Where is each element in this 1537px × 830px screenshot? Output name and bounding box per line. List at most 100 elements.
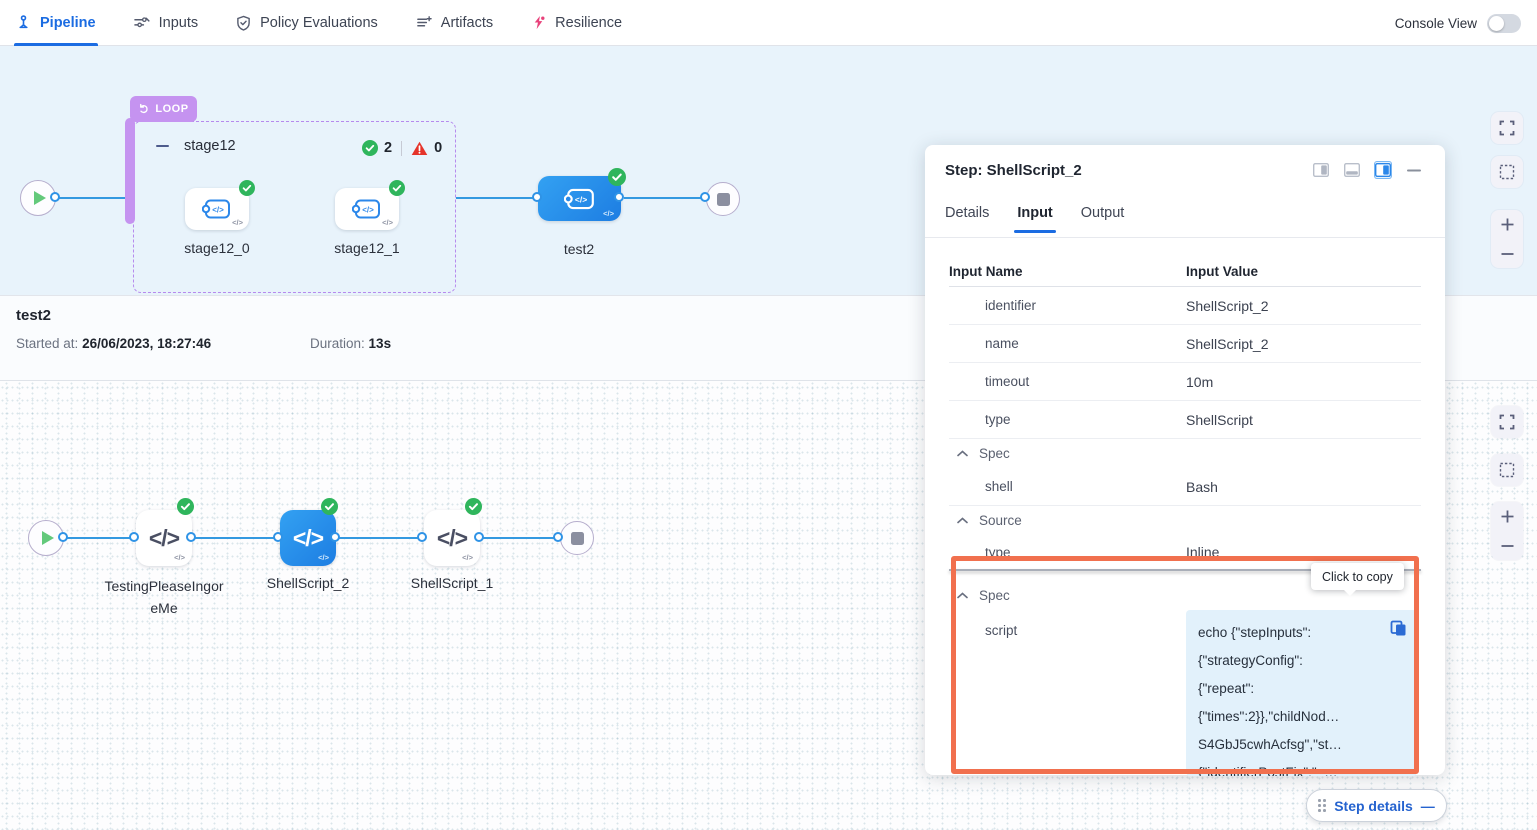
nav-tab-label: Artifacts: [441, 15, 493, 31]
tab-input[interactable]: Input: [1017, 205, 1052, 233]
zoom-in-button[interactable]: [1491, 504, 1523, 530]
nav-tab-resilience[interactable]: Resilience: [531, 0, 622, 46]
dock-right-blue-icon[interactable]: [1374, 161, 1392, 179]
step-node-testingpleaseingoreme[interactable]: </> </>: [136, 510, 192, 566]
step-details-button[interactable]: Step details —: [1306, 789, 1447, 822]
run-started: Started at: 26/06/2023, 18:27:46: [16, 336, 211, 351]
zoom-out-button[interactable]: [1491, 533, 1523, 559]
edge: [54, 197, 134, 199]
fullscreen-icon: [1499, 120, 1515, 136]
copy-icon: [1390, 620, 1407, 637]
script-row: script echo {"stepInputs": {"strategyCon…: [949, 610, 1421, 776]
input-value: Inline: [1186, 544, 1219, 560]
pipeline-end-node: [706, 182, 740, 216]
console-view-toggle[interactable]: [1487, 14, 1521, 33]
failure-count-icon: [411, 141, 428, 156]
section-spec[interactable]: Spec: [949, 439, 1421, 468]
run-duration: Duration: 13s: [310, 336, 391, 351]
success-badge-icon: [239, 180, 255, 196]
nav-tab-policy-evaluations[interactable]: Policy Evaluations: [236, 0, 378, 46]
zoom-out-button[interactable]: [1491, 241, 1523, 267]
section-title: Source: [979, 513, 1022, 528]
loop-badge[interactable]: LOOP: [130, 96, 197, 122]
started-value: 26/06/2023, 18:27:46: [82, 336, 211, 351]
collapse-stage-icon[interactable]: [156, 145, 169, 148]
success-badge-icon: [177, 498, 194, 515]
connection-point: [50, 192, 60, 202]
table-row: name ShellScript_2: [949, 325, 1421, 363]
edge: [624, 197, 707, 199]
dock-bottom-icon[interactable]: [1343, 161, 1361, 179]
step-details-label: Step details: [1334, 798, 1413, 814]
shell-script-icon: </>: [149, 525, 179, 552]
fullscreen-button[interactable]: [1491, 112, 1523, 144]
marquee-icon: [1499, 164, 1515, 180]
dock-right-gray-icon[interactable]: [1312, 161, 1330, 179]
edge: [480, 537, 560, 539]
copy-button[interactable]: [1390, 619, 1407, 647]
script-line: echo {"stepInputs":: [1198, 619, 1405, 647]
step-node-shellscript-1[interactable]: </> </>: [424, 510, 480, 566]
duration-label: Duration:: [310, 336, 365, 351]
table-row: identifier ShellScript_2: [949, 287, 1421, 325]
section-source[interactable]: Source: [949, 506, 1421, 535]
click-to-copy-tooltip: Click to copy: [1311, 563, 1404, 590]
tab-output[interactable]: Output: [1081, 205, 1125, 233]
inputs-icon: [134, 15, 150, 30]
node-label: stage12_0: [157, 240, 277, 256]
connection-point: [186, 532, 196, 542]
code-sub-icon: </>: [318, 553, 329, 562]
script-value-box[interactable]: echo {"stepInputs": {"strategyConfig": {…: [1186, 610, 1417, 776]
fullscreen-button[interactable]: [1491, 406, 1523, 438]
connection-point: [614, 192, 624, 202]
edge: [336, 537, 424, 539]
nav-tab-artifacts[interactable]: Artifacts: [416, 0, 493, 46]
zoom-in-button[interactable]: [1491, 212, 1523, 238]
collapse-dash[interactable]: —: [1421, 798, 1435, 814]
stage-header: stage12: [156, 138, 236, 154]
connection-point: [129, 532, 139, 542]
tab-details[interactable]: Details: [945, 205, 989, 233]
play-icon: [34, 191, 46, 205]
success-badge-icon: [389, 180, 405, 196]
marquee-icon: [1499, 462, 1515, 478]
input-value: 10m: [1186, 374, 1213, 390]
script-line: {"times":2}},"childNod…: [1198, 703, 1405, 731]
chevron-up-icon: [957, 517, 968, 524]
nav-tab-label: Policy Evaluations: [260, 15, 378, 31]
minimize-panel-icon[interactable]: [1405, 161, 1423, 179]
node-label: TestingPleaseIngoreMe: [104, 575, 224, 619]
play-icon: [42, 531, 54, 545]
drag-handle-icon[interactable]: [1318, 799, 1326, 812]
code-sub-icon: </>: [174, 553, 185, 562]
panel-title: Step: ShellScript_2: [945, 162, 1082, 179]
success-badge-icon: [608, 168, 626, 186]
nav-tab-inputs[interactable]: Inputs: [134, 0, 199, 46]
shell-script-icon: </>: [437, 525, 467, 552]
resilience-icon: [531, 15, 546, 30]
execution-end-node: [560, 521, 594, 555]
loop-badge-label: LOOP: [155, 103, 188, 115]
table-row: type ShellScript: [949, 401, 1421, 439]
marquee-select-button[interactable]: [1491, 454, 1523, 486]
console-view-control: Console View: [1395, 0, 1521, 46]
script-line: S4GbJ5cwhAcfsg","st…: [1198, 731, 1405, 759]
pipeline-icon: [16, 15, 31, 30]
marquee-select-button[interactable]: [1491, 156, 1523, 188]
connection-point: [58, 532, 68, 542]
input-name: timeout: [949, 374, 1186, 389]
connection-point: [532, 192, 542, 202]
input-name: script: [949, 610, 1186, 776]
started-label: Started at:: [16, 336, 78, 351]
success-badge-icon: [321, 498, 338, 515]
step-details-panel: Step: ShellScript_2 Details Input Output…: [925, 145, 1445, 775]
table-header-row: Input Name Input Value: [949, 257, 1421, 287]
connection-point: [474, 532, 484, 542]
nav-tab-pipeline[interactable]: Pipeline: [16, 0, 96, 46]
step-node-shellscript-2[interactable]: </> </>: [280, 510, 336, 566]
table-row: timeout 10m: [949, 363, 1421, 401]
step-group-icon: </>: [564, 187, 596, 211]
chevron-up-icon: [957, 450, 968, 457]
top-nav: Pipeline Inputs Policy Evaluations Artif…: [0, 0, 1537, 46]
connection-point: [273, 532, 283, 542]
